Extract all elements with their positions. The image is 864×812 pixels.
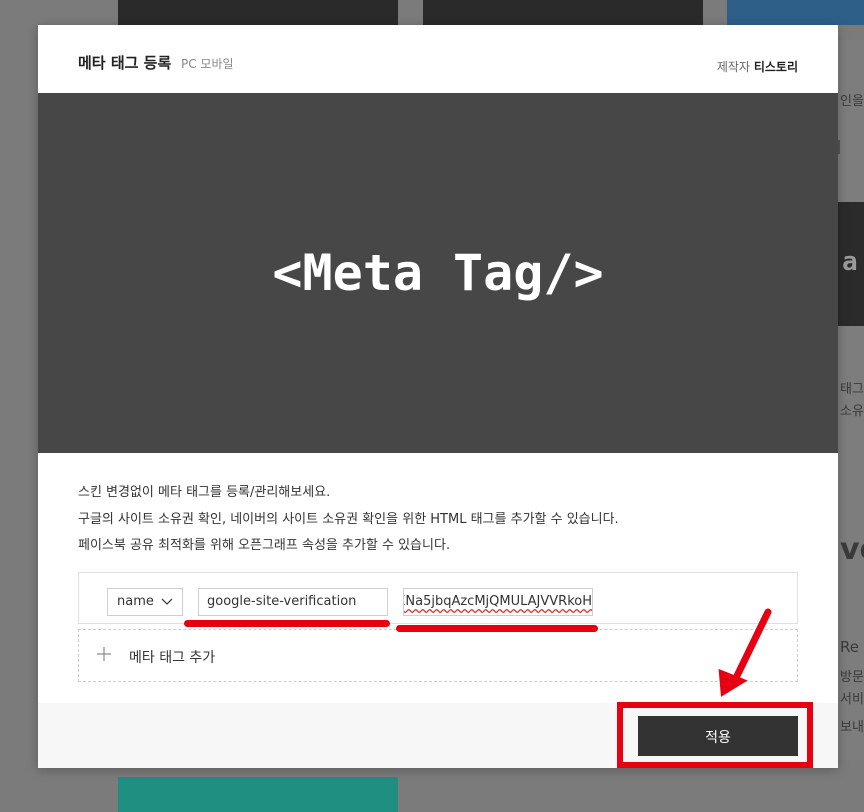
annotation-arrow-icon — [718, 608, 772, 697]
